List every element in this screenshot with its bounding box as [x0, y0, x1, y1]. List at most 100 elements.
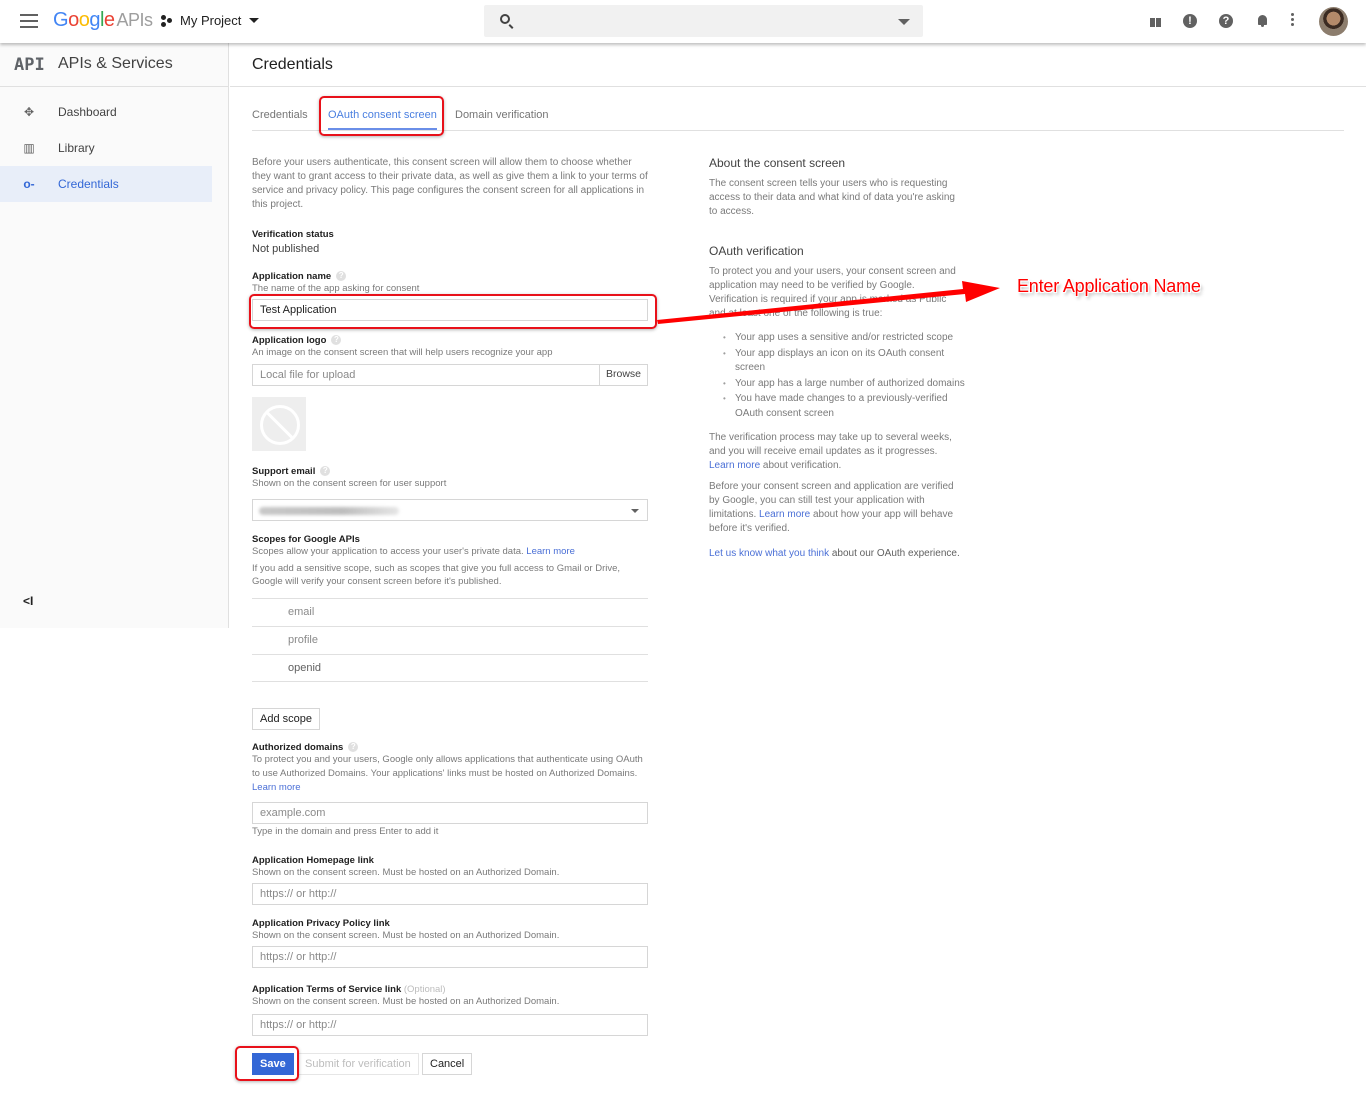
oauth-verification-title: OAuth verification: [709, 244, 804, 258]
scopes-help: Scopes allow your application to access …: [252, 546, 524, 557]
api-badge-icon: API: [14, 55, 45, 75]
app-logo-help: An image on the consent screen that will…: [252, 347, 553, 358]
authorized-domain-hint: Type in the domain and press Enter to ad…: [252, 826, 439, 837]
logo-apis-text: APIs: [116, 10, 154, 30]
privacy-label: Application Privacy Policy link: [252, 918, 390, 929]
cancel-button[interactable]: Cancel: [422, 1053, 473, 1075]
project-selector[interactable]: My Project: [161, 13, 260, 28]
verification-criteria-list: Your app uses a sensitive and/or restric…: [709, 331, 965, 421]
scopes-note: If you add a sensitive scope, such as sc…: [252, 563, 621, 587]
privacy-help: Shown on the consent screen. Must be hos…: [252, 930, 560, 941]
limitations-learn-more-link[interactable]: Learn more: [759, 509, 810, 520]
menu-icon[interactable]: [20, 14, 38, 28]
dashboard-icon: ✥: [23, 105, 35, 119]
tos-link-input[interactable]: https:// or http://: [252, 1014, 648, 1036]
process-text: The verification process may take up to …: [709, 432, 952, 457]
help-icon[interactable]: ?: [348, 742, 359, 753]
verification-status: Verification status Not published: [252, 229, 648, 255]
tab-domain-verification[interactable]: Domain verification: [455, 109, 549, 121]
homepage-section: Application Homepage link Shown on the c…: [252, 855, 648, 879]
oauth-verification: OAuth verification To protect you and yo…: [709, 244, 965, 561]
sidebar: API APIs & Services ✥ Dashboard ▥ Librar…: [0, 43, 229, 628]
scopes-list: email profile openid: [252, 598, 648, 684]
privacy-link-input[interactable]: https:// or http://: [252, 946, 648, 968]
search-input[interactable]: [484, 5, 923, 37]
authorized-domains-section: Authorized domains? To protect you and y…: [252, 742, 648, 795]
search-icon: [500, 14, 510, 24]
chevron-down-icon: [249, 18, 260, 23]
add-scope-button[interactable]: Add scope: [252, 708, 320, 730]
submit-for-verification-button: Submit for verification: [297, 1053, 419, 1075]
verification-status-label: Verification status: [252, 229, 334, 240]
top-app-bar: Google APIs My Project ! ?: [0, 0, 1366, 43]
optional-tag: (Optional): [403, 984, 446, 995]
sidebar-item-label: Credentials: [58, 177, 119, 191]
tab-bar: Credentials OAuth consent screen Domain …: [252, 96, 1344, 131]
tos-section: Application Terms of Service link (Optio…: [252, 984, 648, 1008]
help-icon[interactable]: ?: [336, 271, 347, 282]
dropdown-arrow-icon: [631, 509, 639, 513]
logo-letter: e: [103, 9, 115, 31]
list-item: You have made changes to a previously-ve…: [709, 392, 965, 421]
logo-letter: g: [89, 9, 100, 31]
app-logo-placeholder: Local file for upload: [260, 369, 356, 381]
about-consent-screen: About the consent screen The consent scr…: [709, 156, 965, 219]
sidebar-item-dashboard[interactable]: ✥ Dashboard: [0, 94, 212, 130]
homepage-help: Shown on the consent screen. Must be hos…: [252, 867, 560, 878]
help-icon[interactable]: ?: [331, 335, 342, 346]
tos-label: Application Terms of Service link: [252, 984, 402, 995]
help-icon[interactable]: ?: [1219, 14, 1233, 28]
scope-row: openid: [252, 654, 648, 682]
list-item: Your app displays an icon on its OAuth c…: [709, 347, 965, 376]
homepage-label: Application Homepage link: [252, 855, 374, 866]
feedback-link[interactable]: Let us know what you think: [709, 548, 829, 559]
search-dropdown-icon[interactable]: [898, 19, 910, 25]
support-email-section: Support email? Shown on the consent scre…: [252, 466, 648, 490]
sidebar-item-label: Dashboard: [58, 105, 117, 119]
gift-icon[interactable]: [1148, 13, 1164, 29]
tab-credentials[interactable]: Credentials: [252, 109, 308, 121]
authorized-domain-input[interactable]: example.com: [252, 802, 648, 824]
intro-text: Before your users authenticate, this con…: [252, 157, 648, 210]
collapse-sidebar-button[interactable]: <I: [23, 594, 33, 608]
verification-learn-more-link[interactable]: Learn more: [709, 460, 760, 471]
feedback-icon[interactable]: !: [1183, 14, 1197, 28]
sidebar-spacer: [0, 628, 229, 1093]
process-text-post: about verification.: [762, 460, 842, 471]
browse-button[interactable]: Browse: [598, 365, 647, 385]
more-vert-icon[interactable]: [1291, 13, 1295, 29]
list-item: Your app has a large number of authorize…: [709, 377, 965, 392]
account-avatar[interactable]: [1319, 7, 1348, 36]
sidebar-header: API APIs & Services: [0, 43, 228, 87]
logo-placeholder-icon: [252, 397, 306, 451]
logo-letter: o: [68, 9, 79, 31]
oauth-verification-text: To protect you and your users, your cons…: [709, 266, 956, 319]
logo-letter: o: [78, 9, 90, 31]
app-logo-file-input[interactable]: Local file for upload Browse: [252, 364, 648, 386]
app-name-label: Application name: [252, 271, 332, 282]
privacy-section: Application Privacy Policy link Shown on…: [252, 918, 648, 942]
sidebar-item-credentials[interactable]: o- Credentials: [0, 166, 212, 202]
authorized-domains-learn-more-link[interactable]: Learn more: [252, 782, 301, 793]
app-logo-section: Application logo? An image on the consen…: [252, 335, 648, 359]
help-icon[interactable]: ?: [320, 466, 331, 477]
annotation-callout: Enter Application Name: [1017, 276, 1201, 296]
sidebar-item-library[interactable]: ▥ Library: [0, 130, 212, 166]
sidebar-title: APIs & Services: [58, 55, 173, 72]
app-name-section: Application name? The name of the app as…: [252, 271, 648, 295]
notifications-icon[interactable]: [1255, 13, 1271, 29]
app-name-input[interactable]: Test Application: [252, 299, 648, 321]
tab-oauth-consent-screen[interactable]: OAuth consent screen: [328, 109, 437, 130]
consent-intro: Before your users authenticate, this con…: [252, 156, 648, 212]
scope-row: email: [252, 598, 648, 626]
support-email-select[interactable]: [252, 499, 648, 521]
about-text: The consent screen tells your users who …: [709, 178, 955, 217]
app-logo-label: Application logo: [252, 335, 327, 346]
homepage-link-input[interactable]: https:// or http://: [252, 883, 648, 905]
authorized-domains-help: To protect you and your users, Google on…: [252, 754, 643, 779]
google-apis-logo[interactable]: Google APIs: [53, 9, 153, 32]
scopes-learn-more-link[interactable]: Learn more: [526, 546, 575, 557]
project-icon: [161, 14, 175, 27]
support-email-help: Shown on the consent screen for user sup…: [252, 478, 447, 489]
save-button[interactable]: Save: [252, 1053, 294, 1075]
